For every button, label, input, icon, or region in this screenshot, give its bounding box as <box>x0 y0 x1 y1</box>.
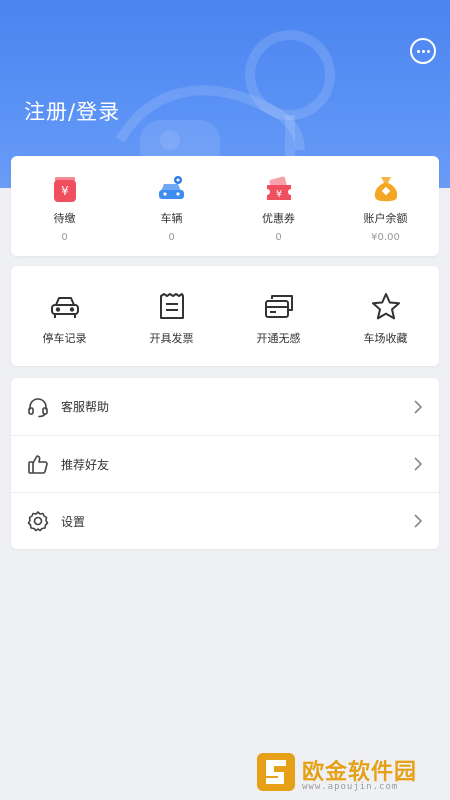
invoice-icon <box>159 293 184 319</box>
quick-tools-card: 停车记录 开具发票 开通无感 车场收藏 <box>11 266 439 366</box>
chat-bubble-icon[interactable] <box>410 38 436 64</box>
stat-balance[interactable]: 账户余额 ¥0.00 <box>332 156 439 256</box>
coupon-icon: ¥ <box>266 176 291 200</box>
stat-pending-payment[interactable]: ¥ 待缴 0 <box>11 156 118 256</box>
chevron-right-icon <box>414 514 423 528</box>
svg-text:¥: ¥ <box>61 184 69 198</box>
tool-activate-contactless[interactable]: 开通无感 <box>225 266 332 366</box>
stat-value: 0 <box>168 232 175 243</box>
tool-label: 停车记录 <box>42 332 87 345</box>
stat-coupons[interactable]: ¥ 优惠券 0 <box>225 156 332 256</box>
site-watermark: 欧金软件园 www.apoujin.com <box>256 752 450 800</box>
menu-item-customer-service[interactable]: 客服帮助 <box>11 378 439 435</box>
thumbs-up-icon <box>28 455 48 474</box>
chevron-right-icon <box>414 457 423 471</box>
stat-label: 优惠券 <box>262 212 295 225</box>
payment-icon: ¥ <box>53 177 76 202</box>
watermark-url: www.apoujin.com <box>302 782 399 792</box>
stat-value: 0 <box>275 232 282 243</box>
chevron-right-icon <box>414 399 423 414</box>
menu-item-label: 推荐好友 <box>61 457 110 472</box>
stat-value: 0 <box>61 232 68 243</box>
stat-vehicles[interactable]: 车辆 0 <box>118 156 225 256</box>
watermark-logo-icon <box>257 753 295 791</box>
tool-parking-records[interactable]: 停车记录 <box>11 266 118 366</box>
headset-icon <box>28 397 48 417</box>
tool-favorite-lots[interactable]: 车场收藏 <box>332 266 439 366</box>
car-location-icon <box>158 176 184 199</box>
login-register-link[interactable]: 注册/登录 <box>24 96 120 126</box>
svg-text:¥: ¥ <box>275 189 281 200</box>
stat-value: ¥0.00 <box>371 232 400 243</box>
stat-label: 车辆 <box>160 212 183 225</box>
tool-label: 开通无感 <box>256 332 301 345</box>
stat-label: 待缴 <box>53 212 76 225</box>
tool-label: 开具发票 <box>149 332 194 345</box>
star-icon <box>371 293 400 320</box>
stat-label: 账户余额 <box>363 212 408 225</box>
money-bag-icon <box>374 177 397 202</box>
cards-icon <box>264 295 293 318</box>
menu-item-label: 设置 <box>61 514 86 529</box>
menu-item-label: 客服帮助 <box>61 400 110 414</box>
menu-item-settings[interactable]: 设置 <box>11 492 439 549</box>
menu-item-refer-friend[interactable]: 推荐好友 <box>11 435 439 492</box>
tool-issue-invoice[interactable]: 开具发票 <box>118 266 225 366</box>
settings-menu-card: 客服帮助 推荐好友 设置 <box>11 378 439 549</box>
account-stats-card: ¥ 待缴 0 车辆 0 ¥ 优惠券 0 账户余额 ¥0.00 <box>11 156 439 256</box>
settings-gear-icon <box>27 511 49 532</box>
tool-label: 车场收藏 <box>363 332 408 345</box>
car-icon <box>50 297 79 318</box>
